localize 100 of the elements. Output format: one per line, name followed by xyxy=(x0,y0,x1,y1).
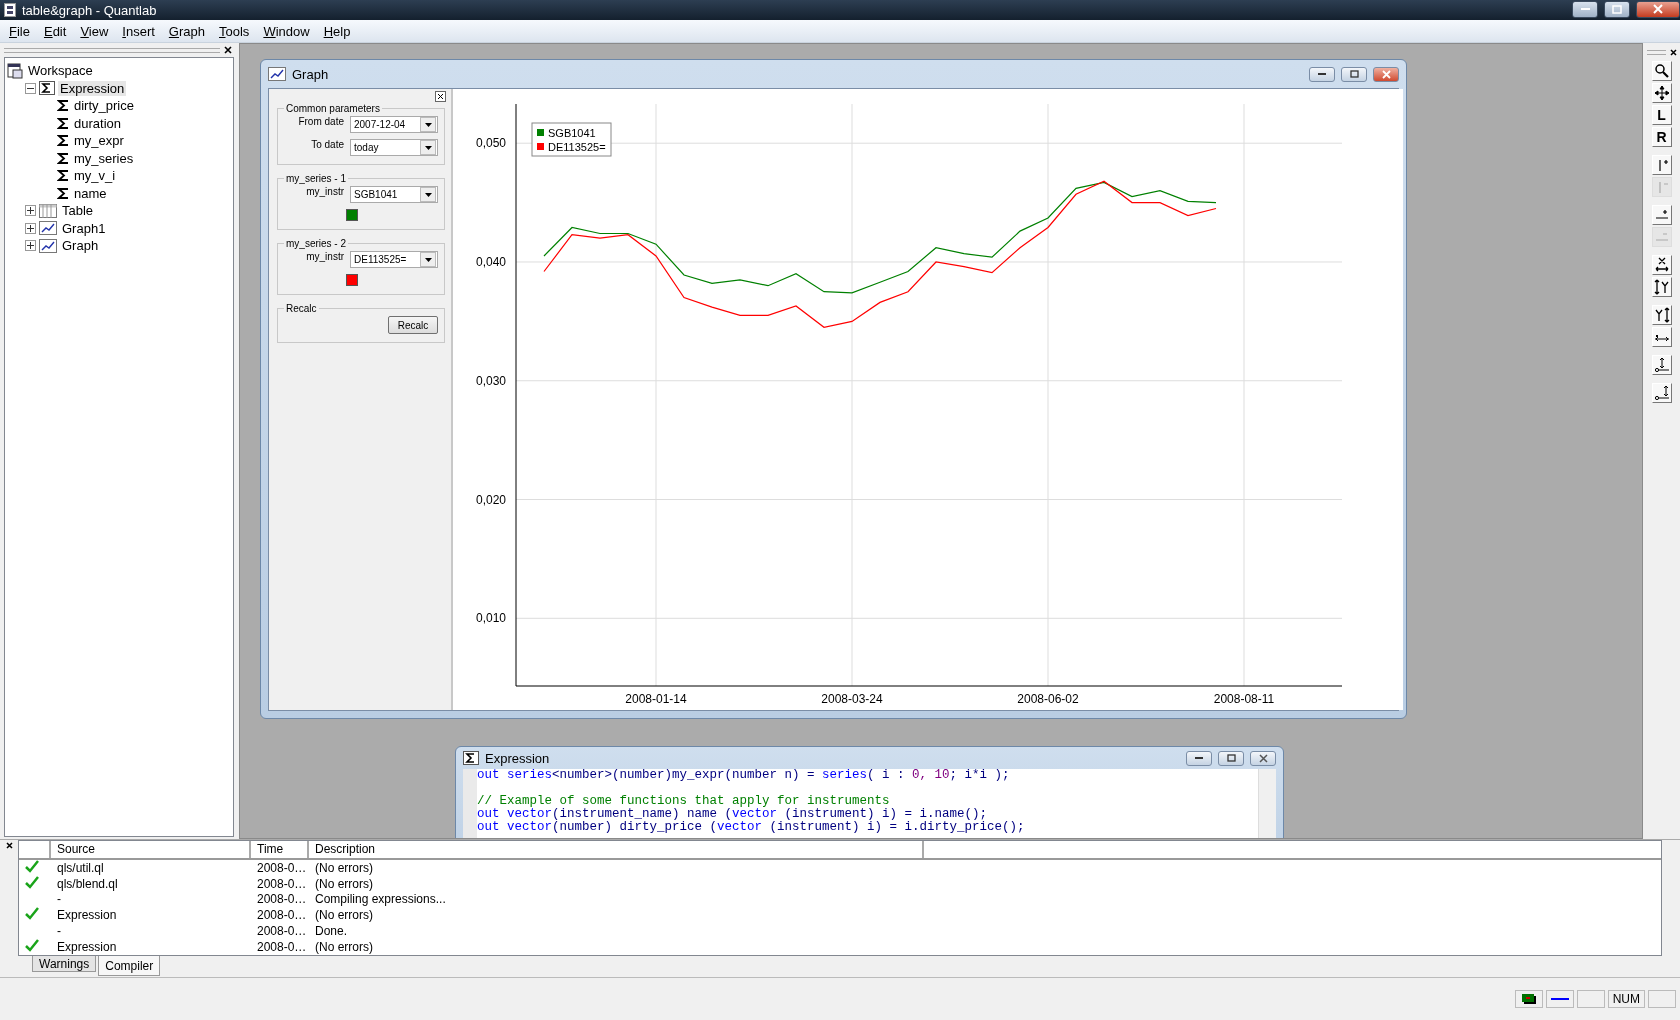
column-header[interactable]: Source xyxy=(51,841,251,858)
table-cell-text: (No errors) xyxy=(314,908,374,923)
menu-item[interactable]: Window xyxy=(256,23,317,39)
minimize-button[interactable] xyxy=(1572,0,1598,18)
tree-item[interactable]: my_series xyxy=(72,150,136,166)
tree-item[interactable]: duration xyxy=(72,115,123,131)
close-button[interactable] xyxy=(1636,0,1680,18)
window-title: table&graph - Quantlab xyxy=(22,2,158,18)
combo-box[interactable]: SGB1041 xyxy=(350,186,438,203)
dropdown-arrow-icon xyxy=(424,145,432,150)
expand-toggle[interactable] xyxy=(25,222,36,234)
recalc-button[interactable]: Recalc xyxy=(388,316,438,334)
tree-item[interactable]: Expression xyxy=(58,80,127,96)
minimize-button[interactable] xyxy=(1309,66,1335,82)
menu-item[interactable]: Insert xyxy=(115,23,162,39)
tree-item[interactable]: Table xyxy=(60,203,96,219)
tree-item[interactable]: Graph xyxy=(60,238,101,254)
table-cell-text: Expression xyxy=(56,908,118,923)
legend-label: SGB1041 xyxy=(548,127,596,139)
close-icon[interactable] xyxy=(1669,48,1677,56)
collapse-toggle[interactable] xyxy=(25,82,36,94)
group-title: Recalc xyxy=(285,303,318,314)
tree-item[interactable]: Graph1 xyxy=(60,220,108,236)
column-header[interactable]: Description xyxy=(309,841,924,858)
tree-item[interactable]: name xyxy=(72,185,109,201)
menu-item[interactable]: File xyxy=(2,23,37,39)
close-icon[interactable] xyxy=(5,842,13,849)
expand-toggle[interactable] xyxy=(25,205,36,217)
add-horizontal-line-icon xyxy=(1654,208,1669,222)
maximize-icon xyxy=(1226,754,1236,762)
plus-icon xyxy=(27,224,34,232)
sigma-icon xyxy=(57,169,69,183)
y-tick-label: 0,030 xyxy=(475,373,506,388)
workspace-icon xyxy=(7,62,23,79)
tree-item[interactable]: dirty_price xyxy=(72,98,136,114)
close-icon xyxy=(1653,4,1663,14)
sigma-icon xyxy=(57,186,69,200)
table-cell-text: 2008-0… xyxy=(256,860,308,875)
search-icon xyxy=(1653,63,1670,79)
table-cell-text: (No errors) xyxy=(314,860,374,875)
color-swatch[interactable] xyxy=(346,209,358,221)
code-line: out vector(number) dirty_price (vector (instrument) i) = i.dirty_price(); xyxy=(477,821,1026,834)
tree-item[interactable]: my_expr xyxy=(72,133,126,149)
y-scale-left-icon xyxy=(1653,279,1670,295)
minimize-icon xyxy=(1318,72,1326,76)
combo-box[interactable]: 2007-12-04 xyxy=(350,116,438,133)
y-tick-label: 0,040 xyxy=(475,254,506,269)
sigma-icon xyxy=(57,151,69,165)
tree-item[interactable]: Workspace xyxy=(26,63,95,79)
remove-horizontal-line-icon xyxy=(1654,230,1669,244)
close-button[interactable] xyxy=(435,91,446,102)
legend-swatch xyxy=(537,143,544,150)
dropdown-arrow-icon xyxy=(424,257,432,262)
maximize-button[interactable] xyxy=(1218,750,1244,766)
chart-icon xyxy=(39,238,57,253)
combo-box[interactable]: DE113525= xyxy=(350,251,438,268)
chart-icon xyxy=(268,67,286,81)
menu-item[interactable]: Tools xyxy=(212,23,257,39)
left-axis-icon xyxy=(1653,357,1670,373)
column-header[interactable]: Time xyxy=(251,841,309,858)
chart-icon xyxy=(39,221,57,236)
status-pane xyxy=(1648,990,1676,1008)
tab[interactable]: Compiler xyxy=(98,956,161,976)
table-cell-text: - xyxy=(56,924,62,939)
minimize-button[interactable] xyxy=(1186,750,1212,766)
close-icon xyxy=(437,93,444,100)
expand-toggle[interactable] xyxy=(25,240,36,252)
table-cell-text: 2008-0… xyxy=(256,892,308,907)
legend-swatch xyxy=(537,129,544,136)
menu-item[interactable]: Graph xyxy=(161,23,212,39)
table-cell-text: qls/util.ql xyxy=(56,860,105,875)
x-scale-icon xyxy=(1653,257,1670,273)
y-scale-right-icon xyxy=(1653,307,1670,323)
color-swatch[interactable] xyxy=(346,274,358,286)
sigma-icon xyxy=(57,116,69,130)
toolbar-button[interactable]: R xyxy=(1651,127,1672,147)
toolbar-button[interactable]: L xyxy=(1651,105,1672,125)
maximize-button[interactable] xyxy=(1604,0,1630,18)
table-cell-text: 2008-0… xyxy=(256,940,308,954)
maximize-icon xyxy=(1349,70,1359,78)
table-cell-text: (No errors) xyxy=(314,876,374,891)
field-label: my_instr xyxy=(305,186,344,197)
sigma-icon xyxy=(39,81,55,96)
field-label: From date xyxy=(297,116,344,127)
x-tick-label: 2008-03-24 xyxy=(821,692,883,706)
field-label: To date xyxy=(310,139,344,150)
minimize-icon xyxy=(1195,756,1203,760)
menu-item[interactable]: Help xyxy=(316,23,358,39)
tree-item[interactable]: my_v_i xyxy=(72,168,118,184)
x-tick-label: 2008-06-02 xyxy=(1017,692,1079,706)
plus-icon xyxy=(27,242,34,250)
combo-box[interactable]: today xyxy=(350,139,438,156)
menu-item[interactable]: View xyxy=(73,23,116,39)
menu-item[interactable]: Edit xyxy=(36,23,74,39)
code-line: out series<number>(number)my_expr(number n) = series( i : 0, 10; i*i ); xyxy=(477,769,1011,782)
monitor-icon xyxy=(1520,993,1537,1005)
sigma-icon xyxy=(57,134,69,148)
close-icon[interactable] xyxy=(224,46,232,54)
maximize-button[interactable] xyxy=(1341,66,1367,82)
close-button[interactable] xyxy=(1250,750,1276,766)
